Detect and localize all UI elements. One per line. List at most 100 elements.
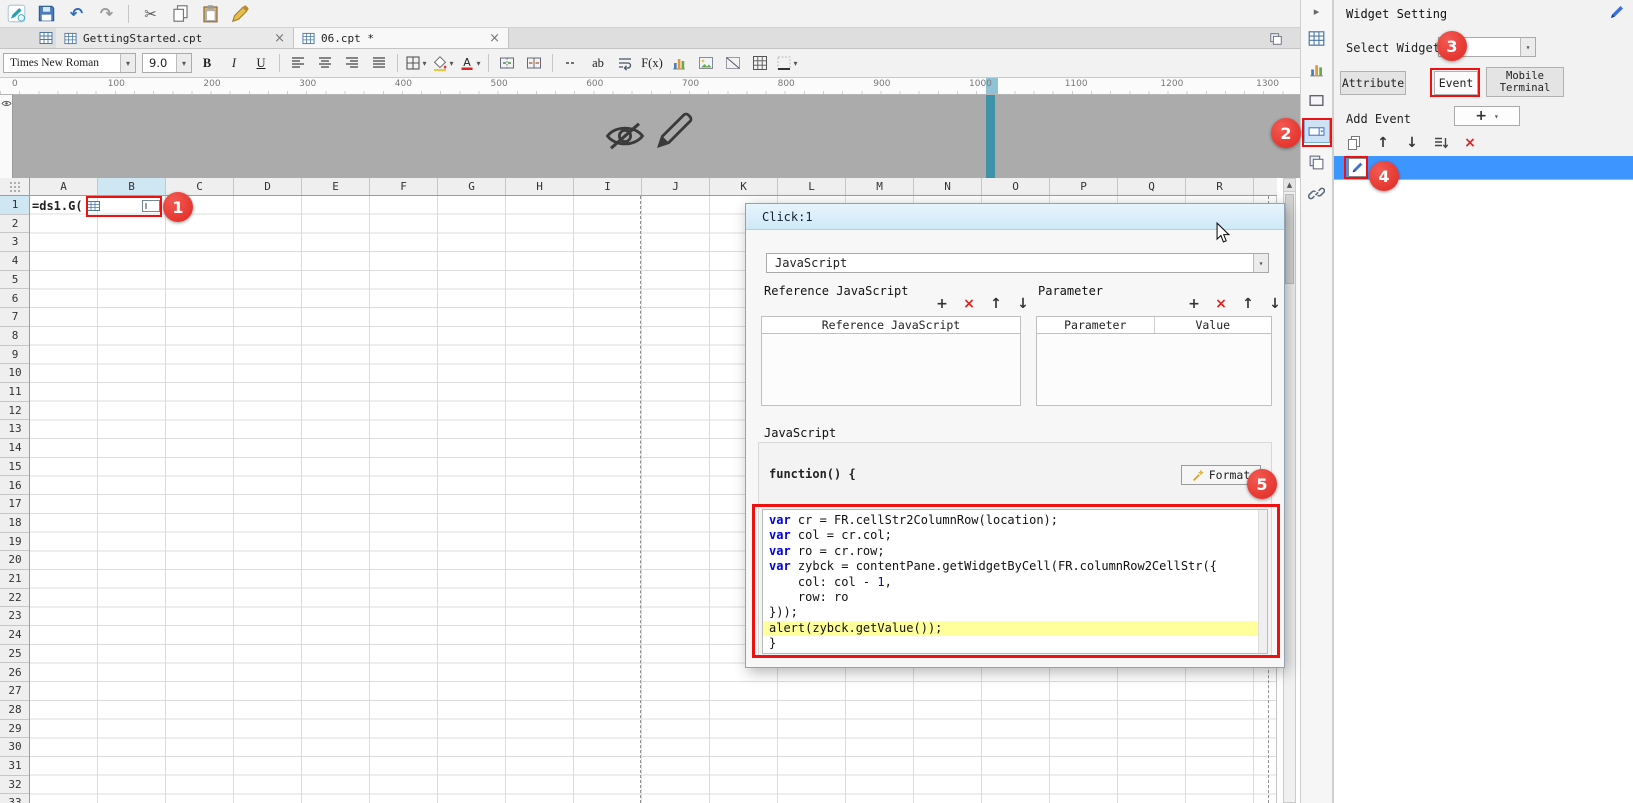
- cell-border-button[interactable]: ▾: [775, 52, 799, 74]
- code-scrollbar[interactable]: [1258, 510, 1267, 653]
- formula-button[interactable]: F(x): [640, 52, 664, 74]
- row-header-10[interactable]: 10: [0, 364, 29, 383]
- row-header-1[interactable]: 1: [0, 196, 29, 215]
- unmerge-cells-button[interactable]: [522, 52, 546, 74]
- align-right-button[interactable]: [340, 52, 364, 74]
- move-down-button[interactable]: ↓: [1015, 296, 1031, 312]
- add-button[interactable]: +: [934, 296, 950, 312]
- insert-image-button[interactable]: [694, 52, 718, 74]
- row-header-24[interactable]: 24: [0, 626, 29, 645]
- shrink-text-button[interactable]: ab: [586, 52, 610, 74]
- edit-pencil-icon[interactable]: [1609, 4, 1625, 20]
- edit-event-pencil-icon[interactable]: [1348, 158, 1367, 177]
- row-header-33[interactable]: 33: [0, 794, 29, 803]
- widget-element-icon[interactable]: [1303, 119, 1330, 143]
- move-up-button[interactable]: ↑: [988, 296, 1004, 312]
- row-header-32[interactable]: 32: [0, 775, 29, 795]
- column-header-H[interactable]: H: [506, 178, 574, 195]
- cut-icon[interactable]: ✂: [139, 2, 162, 25]
- align-center-button[interactable]: [313, 52, 337, 74]
- font-family-select[interactable]: Times New Roman ▾: [3, 53, 136, 73]
- copy-event-icon[interactable]: [1344, 133, 1364, 153]
- collapse-panel-icon[interactable]: ▸: [1301, 0, 1332, 22]
- row-header-15[interactable]: 15: [0, 457, 29, 477]
- font-size-select[interactable]: 9.0 ▾: [142, 53, 192, 73]
- merge-cells-button[interactable]: [495, 52, 519, 74]
- edit-pane-pencil-icon[interactable]: [654, 109, 696, 157]
- copy-icon[interactable]: [169, 2, 192, 25]
- row-header-7[interactable]: 7: [0, 308, 29, 327]
- column-header-M[interactable]: M: [846, 178, 914, 195]
- parameter-table[interactable]: Parameter Value: [1036, 316, 1272, 406]
- app-logo-icon[interactable]: [5, 2, 28, 25]
- row-header-26[interactable]: 26: [0, 663, 29, 683]
- row-header-28[interactable]: 28: [0, 700, 29, 720]
- row-header-2[interactable]: 2: [0, 214, 29, 234]
- add-event-button[interactable]: + ▾: [1454, 106, 1520, 126]
- row-header-17[interactable]: 17: [0, 495, 29, 514]
- row-header-4[interactable]: 4: [0, 252, 29, 271]
- close-tab-icon[interactable]: ×: [274, 32, 285, 45]
- insert-chart-button[interactable]: [667, 52, 691, 74]
- row-header-9[interactable]: 9: [0, 345, 29, 365]
- delete-button[interactable]: ×: [961, 296, 977, 312]
- column-header-F[interactable]: F: [370, 178, 438, 195]
- column-header-E[interactable]: E: [302, 178, 370, 195]
- format-painter-icon[interactable]: [229, 2, 252, 25]
- window-switch-icon[interactable]: [1266, 30, 1286, 48]
- move-down-button[interactable]: ↓: [1267, 296, 1283, 312]
- insert-widget-button[interactable]: [748, 52, 772, 74]
- row-header-29[interactable]: 29: [0, 719, 29, 739]
- row-header-18[interactable]: 18: [0, 513, 29, 533]
- row-header-19[interactable]: 19: [0, 532, 29, 552]
- column-header-B[interactable]: B: [98, 178, 166, 195]
- row-header-31[interactable]: 31: [0, 757, 29, 776]
- move-down-icon[interactable]: ↓: [1402, 133, 1422, 153]
- code-editor[interactable]: var cr = FR.cellStr2ColumnRow(location);…: [762, 509, 1268, 654]
- column-header-N[interactable]: N: [914, 178, 982, 195]
- float-element-icon[interactable]: [1304, 150, 1330, 174]
- row-header-27[interactable]: 27: [0, 682, 29, 701]
- tab-gettingstarted[interactable]: GettingStarted.cpt ×: [56, 28, 294, 48]
- row-header-20[interactable]: 20: [0, 551, 29, 570]
- column-header-G[interactable]: G: [438, 178, 506, 195]
- column-header-K[interactable]: K: [710, 178, 778, 195]
- scrollbar-thumb[interactable]: [1285, 194, 1294, 284]
- move-up-icon[interactable]: ↑: [1373, 133, 1393, 153]
- select-all-corner[interactable]: [0, 178, 30, 196]
- cell-a1[interactable]: =ds1.G(: [32, 198, 100, 213]
- scroll-up-icon[interactable]: ▲: [1284, 179, 1295, 192]
- close-tab-icon[interactable]: ×: [489, 32, 500, 45]
- tab-mobile-terminal[interactable]: Mobile Terminal: [1486, 67, 1564, 97]
- bold-button[interactable]: B: [195, 52, 219, 74]
- hide-pane-eye-slash-icon[interactable]: [604, 115, 646, 157]
- adjust-order-icon[interactable]: [1431, 133, 1451, 153]
- row-header-6[interactable]: 6: [0, 289, 29, 309]
- row-header-13[interactable]: 13: [0, 420, 29, 440]
- delete-button[interactable]: ×: [1213, 296, 1229, 312]
- row-header-8[interactable]: 8: [0, 326, 29, 346]
- wrap-text-button[interactable]: [613, 52, 637, 74]
- shape-element-icon[interactable]: [1304, 88, 1330, 112]
- align-left-button[interactable]: [286, 52, 310, 74]
- save-icon[interactable]: [35, 2, 58, 25]
- row-header-21[interactable]: 21: [0, 570, 29, 589]
- italic-button[interactable]: I: [222, 52, 246, 74]
- column-header-J[interactable]: J: [642, 178, 710, 195]
- row-header-12[interactable]: 12: [0, 401, 29, 421]
- row-header-5[interactable]: 5: [0, 270, 29, 290]
- row-header-11[interactable]: 11: [0, 383, 29, 402]
- event-language-dropdown[interactable]: JavaScript ▾: [766, 253, 1269, 273]
- column-header-P[interactable]: P: [1050, 178, 1118, 195]
- textfield-widget-icon[interactable]: [142, 200, 160, 212]
- column-header-O[interactable]: O: [982, 178, 1050, 195]
- chart-element-icon[interactable]: [1304, 57, 1330, 81]
- reference-table[interactable]: Reference JavaScript: [761, 316, 1021, 406]
- tab-06cpt[interactable]: 06.cpt * ×: [294, 28, 509, 48]
- border-style-button[interactable]: ▾: [404, 52, 428, 74]
- delete-event-icon[interactable]: ×: [1460, 133, 1480, 153]
- row-header-16[interactable]: 16: [0, 476, 29, 496]
- template-list-icon[interactable]: [36, 29, 56, 47]
- column-header-Q[interactable]: Q: [1118, 178, 1186, 195]
- add-button[interactable]: +: [1186, 296, 1202, 312]
